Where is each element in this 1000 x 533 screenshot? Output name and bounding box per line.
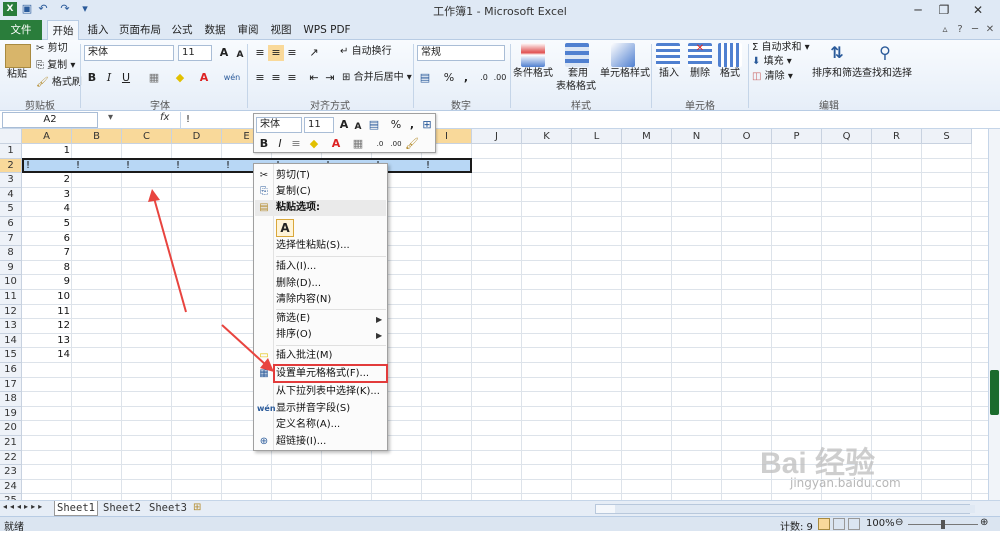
arrow-to-row2-line (153, 197, 187, 313)
arrow-to-row2-head (148, 189, 160, 202)
arrow-to-format-head (260, 358, 274, 372)
arrow-to-format-line (221, 324, 267, 366)
watermark-url: jingyan.baidu.com (790, 476, 901, 490)
